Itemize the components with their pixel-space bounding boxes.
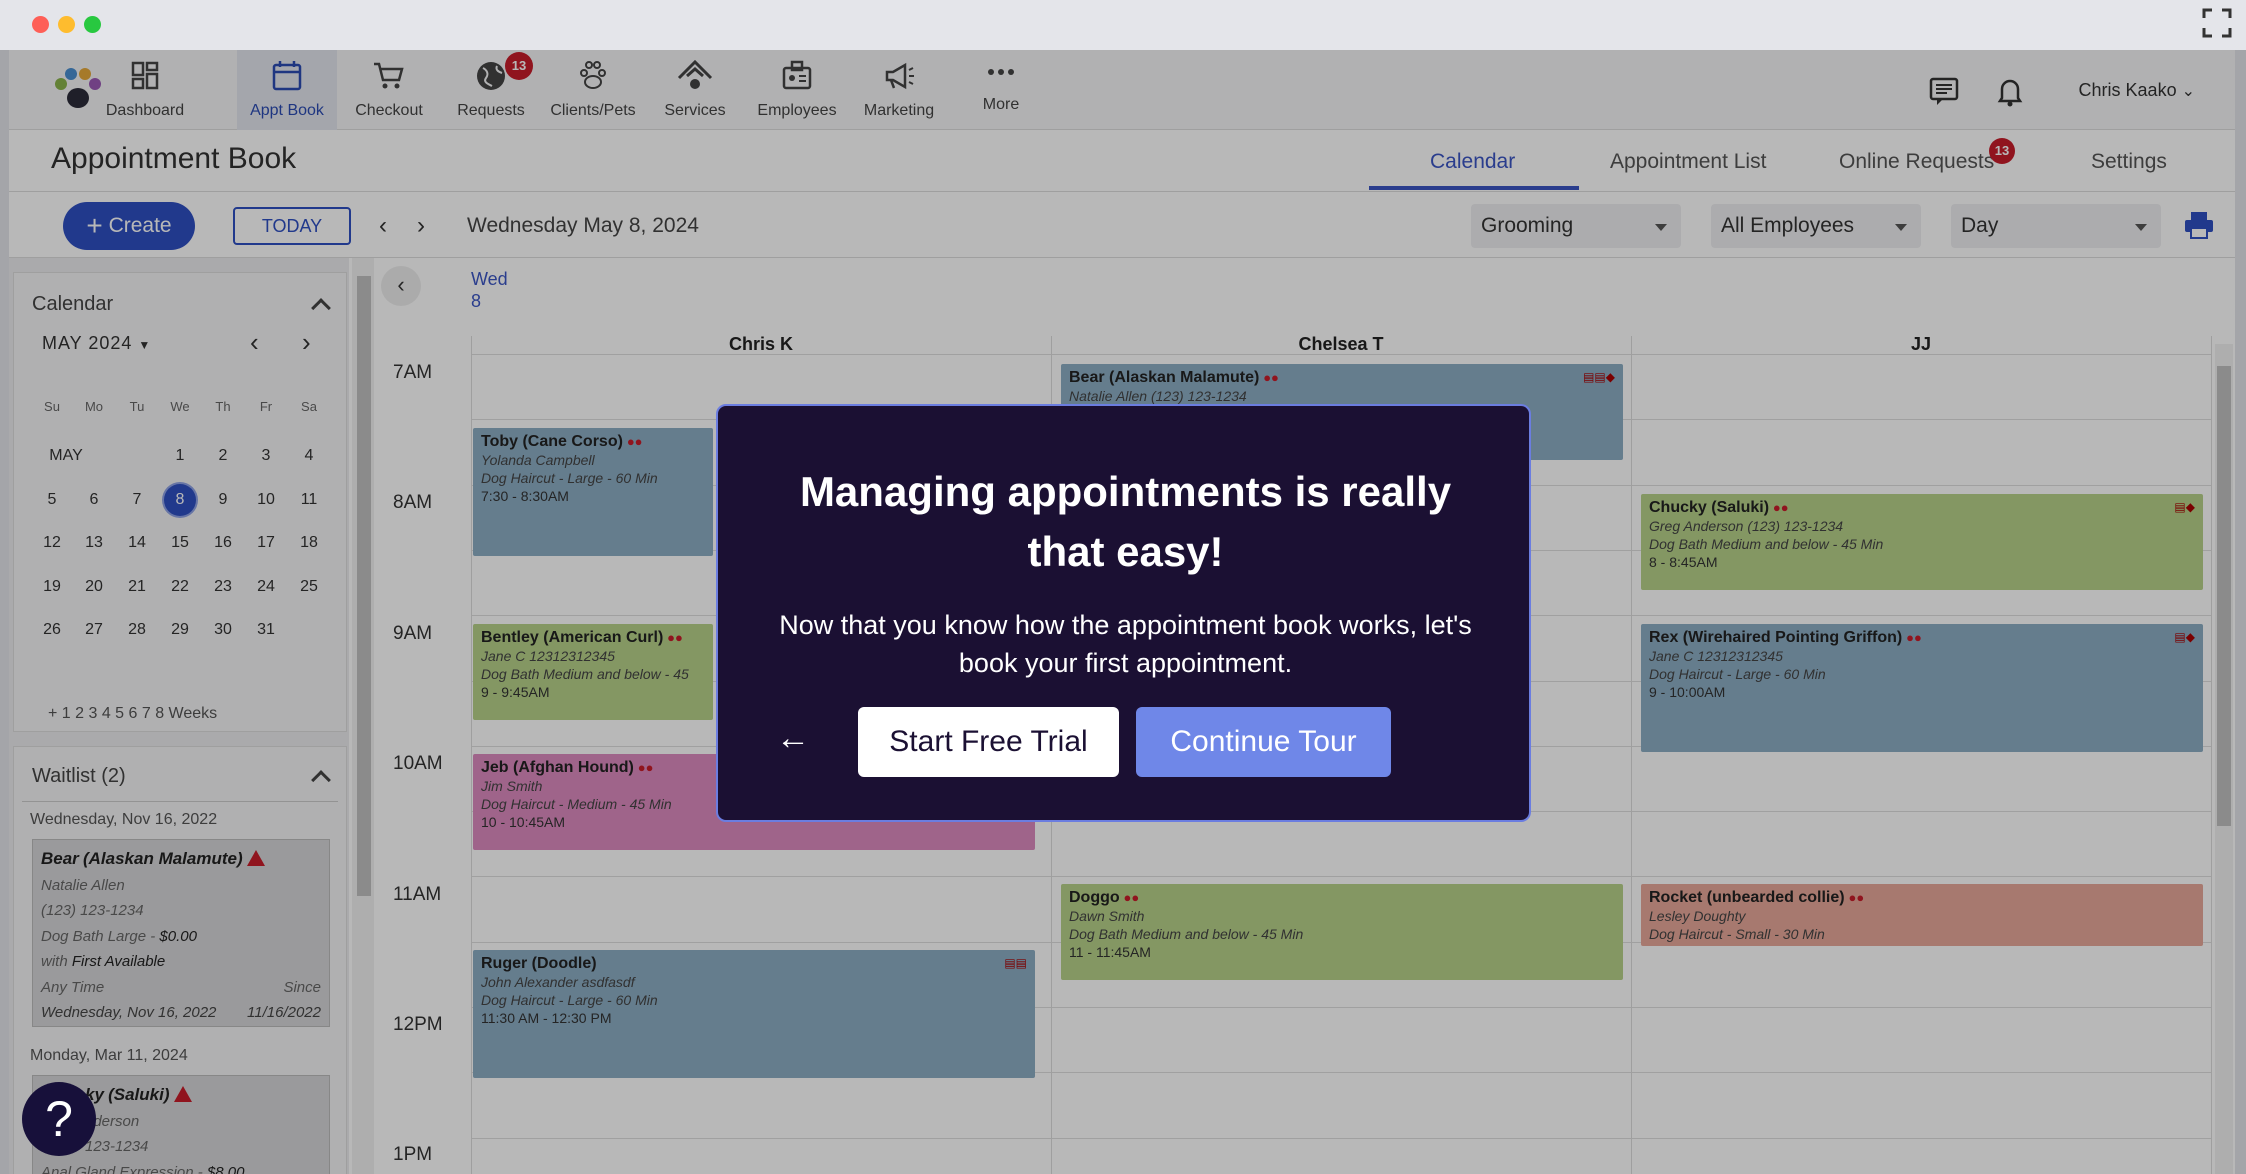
start-free-trial-button[interactable]: Start Free Trial: [858, 707, 1119, 777]
continue-tour-button[interactable]: Continue Tour: [1136, 707, 1391, 777]
fullscreen-icon[interactable]: [2202, 8, 2232, 38]
minimize-window-button[interactable]: [58, 16, 75, 33]
help-button[interactable]: ?: [22, 1082, 96, 1156]
maximize-window-button[interactable]: [84, 16, 101, 33]
back-arrow-icon[interactable]: ←: [768, 718, 818, 758]
modal-body: Now that you know how the appointment bo…: [779, 610, 1472, 678]
window-titlebar: [0, 0, 2246, 50]
modal-title: Managing appointments is really that eas…: [799, 468, 1452, 575]
tour-modal: Managing appointments is really that eas…: [716, 404, 1531, 822]
close-window-button[interactable]: [32, 16, 49, 33]
